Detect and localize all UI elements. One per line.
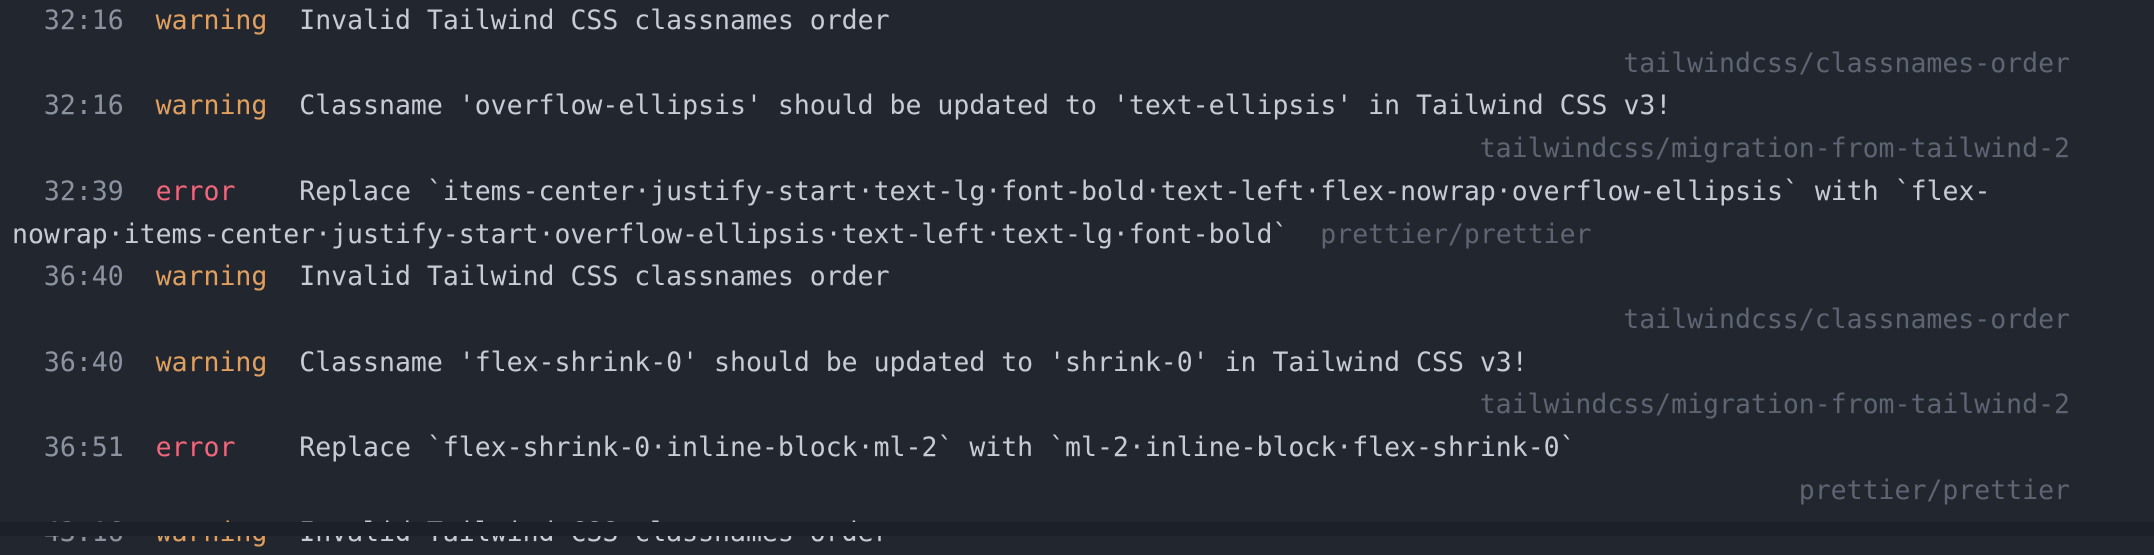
log-entry-location: 36:40 bbox=[12, 346, 124, 378]
log-entry-severity: warning bbox=[155, 261, 268, 293]
log-entry-severity: warning bbox=[155, 90, 268, 122]
log-entry-message: Invalid Tailwind CSS classnames order bbox=[299, 5, 890, 36]
log-entry[interactable]: 36:40 warning Classname 'flex-shrink-0' … bbox=[0, 342, 2154, 385]
log-entry-location: 32:39 bbox=[12, 175, 124, 207]
log-entry-severity: error bbox=[155, 432, 236, 464]
log-entry-rule: tailwindcss/migration-from-tailwind-2 bbox=[1479, 133, 2070, 165]
log-entry-gap bbox=[1288, 219, 1320, 250]
log-entry-rule: prettier/prettier bbox=[1798, 474, 2070, 506]
log-entry-message: Classname 'flex-shrink-0' should be upda… bbox=[299, 346, 1528, 378]
log-entry-gap bbox=[267, 261, 299, 292]
log-entry-gap bbox=[124, 176, 156, 207]
log-entry-message: Replace `flex-shrink-0·inline-block·ml-2… bbox=[299, 432, 1576, 464]
log-entry-rule: tailwindcss/classnames-order bbox=[1623, 303, 2070, 335]
log-entry-message: Classname 'overflow-ellipsis' should be … bbox=[299, 90, 1672, 122]
log-entry-severity: warning bbox=[155, 5, 268, 36]
log-entry-location: 32:16 bbox=[12, 5, 124, 36]
log-entry-rule: tailwindcss/classnames-order bbox=[1623, 47, 2070, 79]
log-entry[interactable]: 36:51 error Replace `flex-shrink-0·inlin… bbox=[0, 427, 2154, 470]
log-entry-gap bbox=[124, 347, 156, 378]
log-entry-location: 36:40 bbox=[12, 261, 124, 293]
log-entry-gap bbox=[124, 432, 156, 463]
log-entry-gap bbox=[267, 5, 299, 36]
viewport-bottom-clip bbox=[0, 522, 2154, 536]
log-entry-rule: prettier/prettier bbox=[1320, 218, 1592, 250]
log-entry[interactable]: 32:16 warning Invalid Tailwind CSS class… bbox=[0, 0, 2154, 43]
log-entry-severity: warning bbox=[155, 346, 268, 378]
log-entry[interactable]: 36:40 warning Invalid Tailwind CSS class… bbox=[0, 256, 2154, 299]
log-entry-gap bbox=[267, 90, 299, 121]
terminal-output-pane: 32:16 warning Invalid Tailwind CSS class… bbox=[0, 0, 2154, 548]
log-entry[interactable]: 32:16 warning Classname 'overflow-ellips… bbox=[0, 85, 2154, 128]
log-entry-location: 36:51 bbox=[12, 432, 124, 464]
log-entry[interactable]: 32:39 error Replace `items-center·justif… bbox=[0, 171, 2154, 256]
log-entry-location: 32:16 bbox=[12, 90, 124, 122]
log-entry-message: Replace `items-center·justify-start·text… bbox=[12, 175, 1991, 250]
log-entry-gap bbox=[267, 347, 299, 378]
log-entry-severity: error bbox=[155, 175, 236, 207]
log-entry-gap bbox=[124, 261, 156, 292]
log-entry-gap bbox=[124, 5, 156, 36]
log-entry-rule: tailwindcss/migration-from-tailwind-2 bbox=[1479, 389, 2070, 421]
log-entry-gap bbox=[235, 176, 299, 207]
log-entry-gap bbox=[235, 432, 299, 463]
log-entry-gap bbox=[124, 90, 156, 121]
log-entry-message: Invalid Tailwind CSS classnames order bbox=[299, 261, 890, 293]
eslint-log-list: 32:16 warning Invalid Tailwind CSS class… bbox=[0, 0, 2154, 555]
